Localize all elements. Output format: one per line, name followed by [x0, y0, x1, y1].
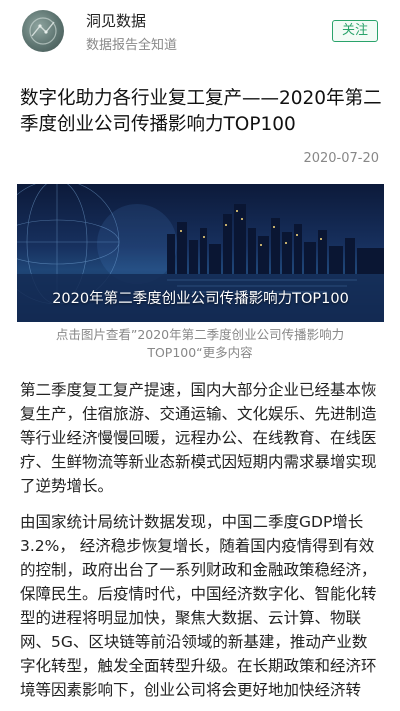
- account-slogan: 数据报告全知道: [86, 38, 178, 53]
- account-header: 洞见数据 数据报告全知道 关注: [0, 0, 400, 64]
- account-name[interactable]: 洞见数据: [86, 10, 146, 31]
- article-paragraph: 由国家统计局统计数据发现，中国二季度GDP增长3.2%， 经济稳步恢复增长，随着…: [20, 513, 377, 699]
- article-title: 数字化助力各行业复工复产——2020年第二季度创业公司传播影响力TOP100: [20, 88, 382, 135]
- image-caption[interactable]: 点击图片查看”2020年第二季度创业公司传播影响力TOP100“更多内容: [26, 326, 374, 362]
- publish-date: 2020-07-20: [303, 151, 379, 166]
- article-banner-image[interactable]: 2020年第二季度创业公司传播影响力TOP100: [17, 184, 384, 322]
- banner-text: 2020年第二季度创业公司传播影响力TOP100: [52, 291, 349, 307]
- article-paragraph: 第二季度复工复产提速，国内大部分企业已经基本恢复生产，住宿旅游、交通运输、文化娱…: [20, 381, 377, 495]
- account-avatar[interactable]: [22, 10, 64, 52]
- follow-button[interactable]: 关注: [332, 20, 378, 42]
